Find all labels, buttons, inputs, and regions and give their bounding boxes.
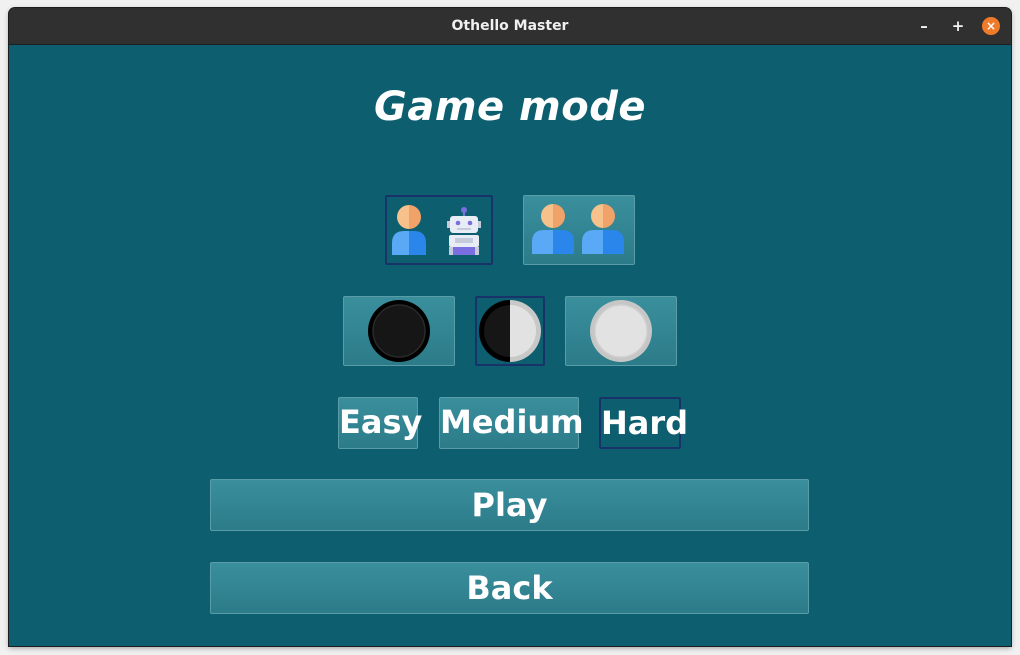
window-title: Othello Master [451, 18, 569, 34]
person-vs-robot-icon [392, 205, 481, 255]
app-window: Othello Master – + × Game mode Easy Medi… [9, 8, 1011, 646]
person-icon [582, 204, 624, 254]
back-button[interactable]: Back [210, 562, 809, 614]
black-disc-icon [368, 300, 430, 362]
half-black-half-white-disc-icon [479, 300, 541, 362]
mode-pvp-button[interactable] [523, 195, 635, 265]
minimize-button[interactable]: – [915, 17, 933, 35]
title-bar[interactable]: Othello Master – + × [9, 8, 1011, 45]
difficulty-hard-button[interactable]: Hard [599, 397, 688, 449]
mode-vs-ai-button[interactable] [385, 195, 493, 265]
game-mode-screen: Game mode Easy Medium Hard Play Back [9, 45, 1011, 646]
close-button[interactable]: × [982, 17, 1000, 35]
color-white-button[interactable] [565, 296, 677, 366]
maximize-button[interactable]: + [949, 17, 967, 35]
difficulty-medium-button[interactable]: Medium [439, 397, 584, 449]
robot-icon [447, 207, 481, 255]
white-disc-icon [590, 300, 652, 362]
play-button[interactable]: Play [210, 479, 809, 531]
person-icon [392, 205, 426, 255]
page-title: Game mode [374, 84, 646, 130]
color-either-button[interactable] [475, 296, 545, 366]
color-black-button[interactable] [343, 296, 455, 366]
person-icon [532, 204, 574, 254]
person-vs-person-icon [532, 204, 624, 254]
difficulty-easy-button[interactable]: Easy [338, 397, 422, 449]
